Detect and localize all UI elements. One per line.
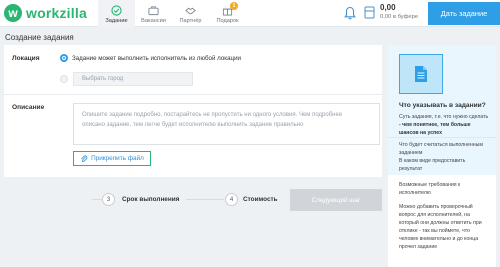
balance-amount: 0,00 <box>380 3 396 12</box>
nav-label-task: Задание <box>105 18 128 24</box>
step-number-3: 3 <box>102 193 115 206</box>
help-panel: Что указывать в задании? Суть задания, т… <box>388 45 496 267</box>
nav-item-task[interactable]: Задание <box>98 0 135 27</box>
help-point-done: Что будет считаться выполненным заданием <box>399 142 483 156</box>
step-number-4: 4 <box>225 193 238 206</box>
logo-text: workzilla <box>26 5 87 21</box>
check-circle-icon <box>111 5 122 16</box>
bell-icon[interactable] <box>344 6 356 20</box>
briefcase-icon <box>148 6 159 16</box>
location-label: Локация <box>12 55 40 62</box>
nav-label-partner: Партнёр <box>179 18 202 24</box>
help-divider <box>388 137 496 138</box>
buffer-amount: 0,00 <box>380 14 392 20</box>
step-label-deadline: Срок выполнения <box>122 196 180 203</box>
description-placeholder-line2: описано задание, тем легче будет исполни… <box>82 122 304 128</box>
nav-label-vacancies: Вакансии <box>141 18 166 24</box>
page-title: Создание задания <box>5 33 74 42</box>
help-panel-top: Что указывать в задании? Суть задания, т… <box>388 45 496 175</box>
location-radio-remote[interactable] <box>60 54 68 62</box>
step-line-middle <box>186 199 224 200</box>
help-point-essence: Суть задания, т.е. что нужно сделать - ч… <box>399 113 489 137</box>
help-point-requirements: Возможные требования к исполнителю <box>399 182 461 196</box>
task-form-card: Локация Задание может выполнить исполнит… <box>4 45 382 177</box>
description-label: Описание <box>12 104 45 111</box>
attach-file-button[interactable]: Прикрепить файл <box>73 151 151 166</box>
nav-item-gift[interactable]: 1 Подарок <box>209 0 246 27</box>
buffer-label: в буфере <box>392 14 419 20</box>
balance-buffer: 0,00 в буфере <box>380 14 418 20</box>
city-select[interactable]: Выбрать город <box>73 72 193 86</box>
help-point-essence-bold: - чем понятнее, тем больше шансов на усп… <box>399 122 471 136</box>
step-line-left <box>92 199 102 200</box>
gift-badge: 1 <box>230 2 238 10</box>
location-section: Локация Задание может выполнить исполнит… <box>4 45 382 95</box>
attach-file-label: Прикрепить файл <box>91 155 144 162</box>
next-step-button[interactable]: Следующий шаг <box>290 189 382 211</box>
description-placeholder-line1: Опишите задание подробно, постарайтесь н… <box>82 112 343 118</box>
document-icon-box <box>399 54 443 94</box>
description-textarea[interactable]: Опишите задание подробно, постарайтесь н… <box>73 103 380 145</box>
location-option-remote-label[interactable]: Задание может выполнить исполнитель из л… <box>72 55 241 62</box>
help-point-essence-text: Суть задания, т.е. что нужно сделать <box>399 114 489 120</box>
nav-item-vacancies[interactable]: Вакансии <box>135 0 172 27</box>
step-navigator: 3 Срок выполнения 4 Стоимость Следующий … <box>0 178 382 223</box>
logo-mark: w <box>4 4 22 22</box>
document-icon <box>415 66 427 82</box>
nav-item-partner[interactable]: Партнёр <box>172 0 209 27</box>
nav-label-gift: Подарок <box>216 18 239 24</box>
help-point-result: В каком виде предоставить результат <box>399 158 466 172</box>
help-title: Что указывать в задании? <box>399 102 486 109</box>
step-label-price: Стоимость <box>243 196 278 203</box>
top-bar: w workzilla Задание Вакансии Партнёр 1 П… <box>0 0 500 27</box>
main-nav: Задание Вакансии Партнёр 1 Подарок <box>98 0 246 27</box>
wallet-icon[interactable] <box>364 5 375 20</box>
location-radio-city[interactable] <box>60 75 68 83</box>
logo[interactable]: w workzilla <box>4 4 87 22</box>
handshake-icon <box>185 7 196 15</box>
paperclip-icon <box>81 155 88 162</box>
help-point-question: Можно добавить проверочный вопрос для ис… <box>399 204 482 250</box>
give-task-button[interactable]: Дать задание <box>428 2 500 25</box>
